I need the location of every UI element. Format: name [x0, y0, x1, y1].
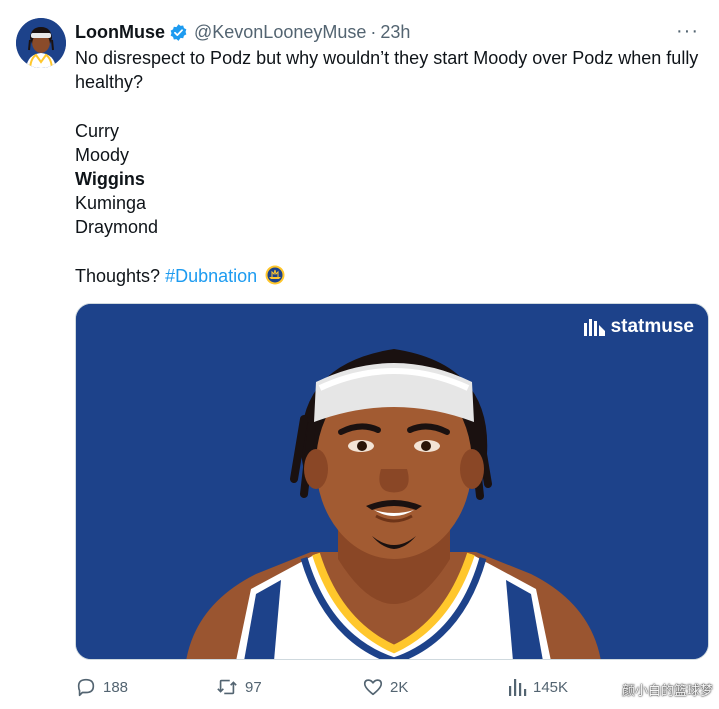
- tweet-closing-line: Thoughts? #Dubnation: [75, 264, 700, 288]
- like-icon: [363, 679, 383, 696]
- tweet: LoonMuse @KevonLooneyMuse · 23h ··· No d…: [0, 0, 719, 709]
- lineup-player: Kuminga: [75, 193, 147, 214]
- like-count: 2K: [390, 678, 409, 696]
- views-count: 145K: [533, 678, 569, 696]
- watermark: 颜小白的篮球梦: [621, 683, 713, 698]
- tweet-header: LoonMuse @KevonLooneyMuse · 23h ···: [75, 20, 699, 44]
- lineup-player-bold: Wiggins: [75, 169, 145, 189]
- user-handle[interactable]: @KevonLooneyMuse: [194, 22, 366, 43]
- action-bar: 188 97 2K 145K: [75, 676, 715, 702]
- lineup-player: Curry: [75, 120, 119, 141]
- media-image[interactable]: statmuse: [75, 303, 709, 660]
- player-illustration: [76, 304, 708, 659]
- separator-dot: ·: [370, 21, 377, 42]
- verified-badge-icon: [169, 23, 188, 42]
- lineup-player: Draymond: [75, 217, 159, 238]
- reply-icon: [77, 678, 95, 697]
- repost-icon: [217, 679, 237, 695]
- reply-count: 188: [103, 678, 129, 696]
- more-icon[interactable]: ···: [676, 20, 699, 43]
- avatar[interactable]: [16, 18, 66, 68]
- closing-text: Thoughts?: [75, 265, 161, 286]
- repost-count: 97: [245, 678, 262, 696]
- views-icon: [509, 679, 527, 696]
- views-button[interactable]: 145K: [507, 676, 568, 698]
- reply-button[interactable]: 188: [75, 676, 128, 698]
- statmuse-brand: statmuse: [583, 316, 694, 338]
- statmuse-wordmark: statmuse: [610, 316, 694, 337]
- repost-button[interactable]: 97: [215, 676, 262, 698]
- timestamp[interactable]: 23h: [380, 22, 410, 43]
- tweet-text: No disrespect to Podz but why wouldn’t t…: [75, 46, 700, 288]
- statmuse-logo-icon: [583, 319, 605, 336]
- lineup-player: Moody: [75, 144, 130, 165]
- display-name[interactable]: LoonMuse: [75, 22, 165, 43]
- warriors-logo-icon: [265, 265, 285, 285]
- like-button[interactable]: 2K: [362, 676, 408, 698]
- hashtag-link[interactable]: #Dubnation: [165, 266, 257, 286]
- tweet-line: No disrespect to Podz but why wouldn’t t…: [75, 48, 699, 93]
